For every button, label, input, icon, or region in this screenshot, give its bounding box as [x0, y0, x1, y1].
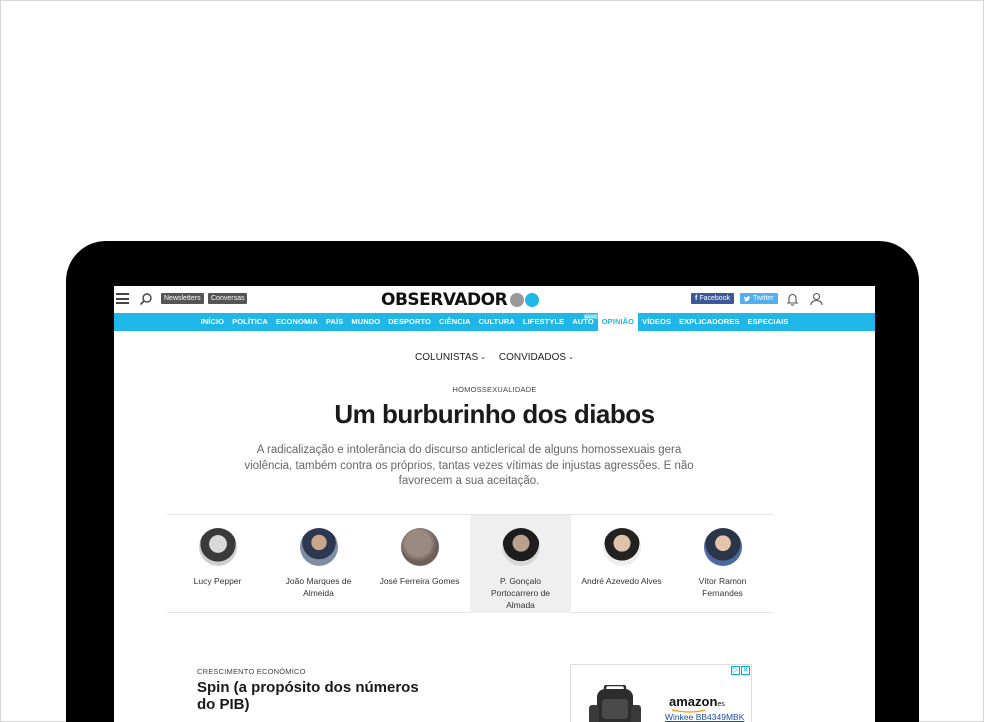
nav-item-desporto[interactable]: DESPORTO: [384, 313, 435, 331]
nav-item-label: DESPORTO: [388, 317, 431, 326]
search-icon[interactable]: [139, 292, 153, 306]
conversas-button[interactable]: Conversas: [208, 293, 248, 304]
article-title: Um burburinho dos diabos: [334, 399, 655, 429]
author-name: P. Gonçalo Portocarrero de Almada: [490, 576, 551, 610]
logo-dot-grey: [510, 293, 525, 307]
nav-item-economia[interactable]: ECONOMIA: [272, 313, 322, 331]
nav-item-label: EXPLICADORES: [679, 317, 740, 326]
author-name: Lucy Pepper: [193, 576, 242, 586]
author-item[interactable]: Lucy Pepper: [167, 515, 268, 613]
nav-item-label: OPINIÃO: [601, 317, 635, 326]
teaser-category[interactable]: CRESCIMENTO ECONÓMICO: [197, 667, 306, 676]
adchoices-icon[interactable]: ▷: [731, 666, 740, 675]
author-item[interactable]: João Marques de Almeida: [268, 515, 369, 613]
avatar: [501, 528, 540, 566]
ad-product-link[interactable]: Winkee BB4349MBK: [665, 712, 744, 722]
user-icon[interactable]: [810, 292, 823, 306]
facebook-icon: f: [695, 295, 698, 302]
twitter-label: Twitter: [753, 295, 774, 302]
nav-item-label: ECONOMIA: [275, 317, 318, 326]
convidados-label: CONVIDADOS: [498, 352, 567, 363]
nav-item-vídeos[interactable]: VÍDEOS: [638, 313, 675, 331]
browser-screen: Newsletters Conversas OBSERVADOR f Faceb…: [114, 286, 875, 722]
article-category[interactable]: HOMOSSEXUALIDADE: [114, 385, 875, 394]
ad-choices[interactable]: ▷ ✕: [731, 666, 750, 675]
nav-item-label: ESPECIAIS: [747, 317, 789, 326]
nav-item-explicadores[interactable]: EXPLICADORES: [675, 313, 743, 331]
facebook-label: Facebook: [699, 295, 731, 302]
nav-item-lifestyle[interactable]: LIFESTYLE: [519, 313, 568, 331]
top-bar: Newsletters Conversas OBSERVADOR f Faceb…: [114, 286, 875, 313]
nav-item-label: VÍDEOS: [642, 317, 672, 326]
logo-dot-blue: [525, 293, 540, 307]
author-item[interactable]: Vítor Ramon Fernandes: [672, 515, 773, 613]
nav-item-cultura[interactable]: CULTURA: [475, 313, 519, 331]
nav-item-início[interactable]: INÍCIO: [197, 313, 229, 331]
nav-item-label: CULTURA: [478, 317, 515, 326]
nav-item-label: LIFESTYLE: [522, 317, 565, 326]
avatar: [602, 528, 641, 566]
chevron-down-icon: ⌄: [568, 354, 574, 361]
amazon-logo: amazones: [669, 694, 725, 709]
avatar: [299, 528, 338, 566]
teaser-title[interactable]: Spin (a propósito dos números do PIB): [197, 679, 437, 713]
twitter-icon: [744, 295, 751, 301]
avatar: [400, 528, 439, 566]
author-name: André Azevedo Alves: [581, 576, 662, 586]
nav-item-ciência[interactable]: CIÊNCIA: [435, 313, 475, 331]
nav-item-política[interactable]: POLÍTICA: [228, 313, 272, 331]
newsletters-button[interactable]: Newsletters: [161, 293, 204, 304]
facebook-button[interactable]: f Facebook: [691, 293, 735, 304]
backpack-image: [589, 685, 641, 722]
opinion-subnav: COLUNISTAS ⌄ CONVIDADOS ⌄: [114, 352, 875, 363]
nav-item-label: CIÊNCIA: [438, 317, 471, 326]
logo-text: OBSERVADOR: [381, 290, 508, 310]
author-name: José Ferreira Gomes: [379, 576, 460, 586]
colunistas-dropdown[interactable]: COLUNISTAS ⌄: [415, 352, 486, 363]
avatar: [198, 528, 237, 566]
author-item-active[interactable]: P. Gonçalo Portocarrero de Almada: [470, 515, 571, 613]
advertisement[interactable]: ▷ ✕ amazones Winkee BB4349MBK: [570, 664, 752, 722]
close-icon[interactable]: ✕: [741, 666, 750, 675]
chevron-down-icon: ⌄: [480, 354, 487, 361]
twitter-button[interactable]: Twitter: [740, 293, 778, 304]
nav-item-especiais[interactable]: ESPECIAIS: [743, 313, 792, 331]
author-name: João Marques de Almeida: [285, 576, 352, 598]
amazon-brand: amazon: [669, 694, 718, 709]
hamburger-menu-icon[interactable]: [116, 293, 129, 304]
site-logo[interactable]: OBSERVADOR: [381, 289, 540, 311]
colunistas-label: COLUNISTAS: [415, 352, 479, 363]
nav-item-label: INÍCIO: [200, 317, 225, 326]
author-item[interactable]: José Ferreira Gomes: [369, 515, 470, 613]
article-lead: A radicalização e intolerância do discur…: [244, 444, 694, 487]
nav-item-opinião[interactable]: OPINIÃO: [597, 313, 639, 331]
nav-item-label: POLÍTICA: [232, 317, 268, 326]
main-nav: INÍCIO POLÍTICA ECONOMIA PAÍS MUNDO DESPORTO C…: [114, 313, 875, 331]
nav-badge: NOVO: [583, 314, 598, 319]
author-name: Vítor Ramon Fernandes: [698, 576, 747, 598]
avatar: [703, 528, 742, 566]
convidados-dropdown[interactable]: CONVIDADOS ⌄: [499, 352, 574, 363]
author-item[interactable]: André Azevedo Alves: [571, 515, 672, 613]
nav-item-auto[interactable]: AUTO NOVO: [568, 313, 598, 331]
nav-item-mundo[interactable]: MUNDO: [347, 313, 384, 331]
amazon-suffix: es: [717, 701, 725, 708]
nav-item-país[interactable]: PAÍS: [322, 313, 347, 331]
nav-item-label: MUNDO: [351, 317, 381, 326]
bell-icon[interactable]: [786, 292, 799, 306]
author-carousel: Lucy Pepper João Marques de Almeida José…: [167, 514, 773, 613]
nav-item-label: PAÍS: [326, 317, 344, 326]
